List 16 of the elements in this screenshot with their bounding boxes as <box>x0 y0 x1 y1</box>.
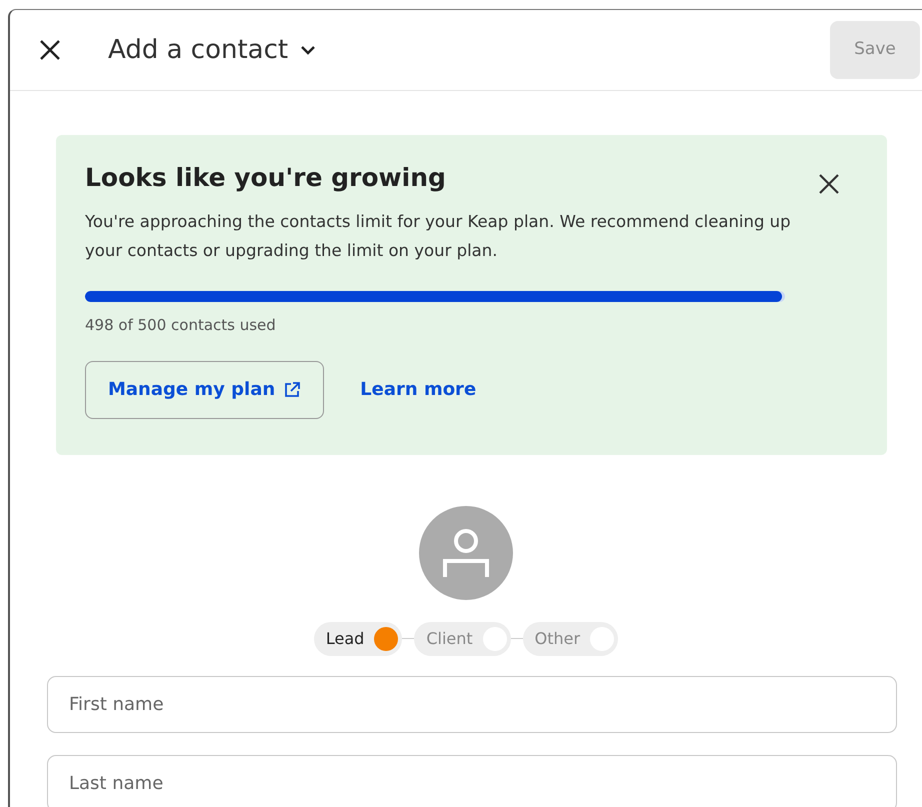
chevron-down-icon[interactable] <box>300 45 316 55</box>
banner-title: Looks like you're growing <box>85 163 446 193</box>
text-field[interactable]: Last name <box>47 754 897 807</box>
page-title: Add a contact <box>108 34 288 66</box>
manage-plan-button[interactable]: Manage my plan <box>85 360 324 418</box>
banner-message: You're approaching the contacts limit for your Keap plan. We recommend cleaning up your contacts or upgrading the limit on your plan. <box>85 211 792 262</box>
close-icon[interactable] <box>818 173 840 195</box>
close-icon <box>39 39 61 61</box>
external-link-icon <box>283 380 302 398</box>
stage-option[interactable]: Other <box>522 622 618 656</box>
usage-reading: 498 of 500 contacts used <box>85 315 277 336</box>
text-field[interactable]: First name <box>47 676 897 732</box>
stage-option[interactable]: Lead <box>314 622 402 656</box>
stage-option[interactable]: Client <box>414 622 511 656</box>
person-icon <box>441 526 491 578</box>
learn-more-link[interactable]: Learn more <box>360 376 476 403</box>
